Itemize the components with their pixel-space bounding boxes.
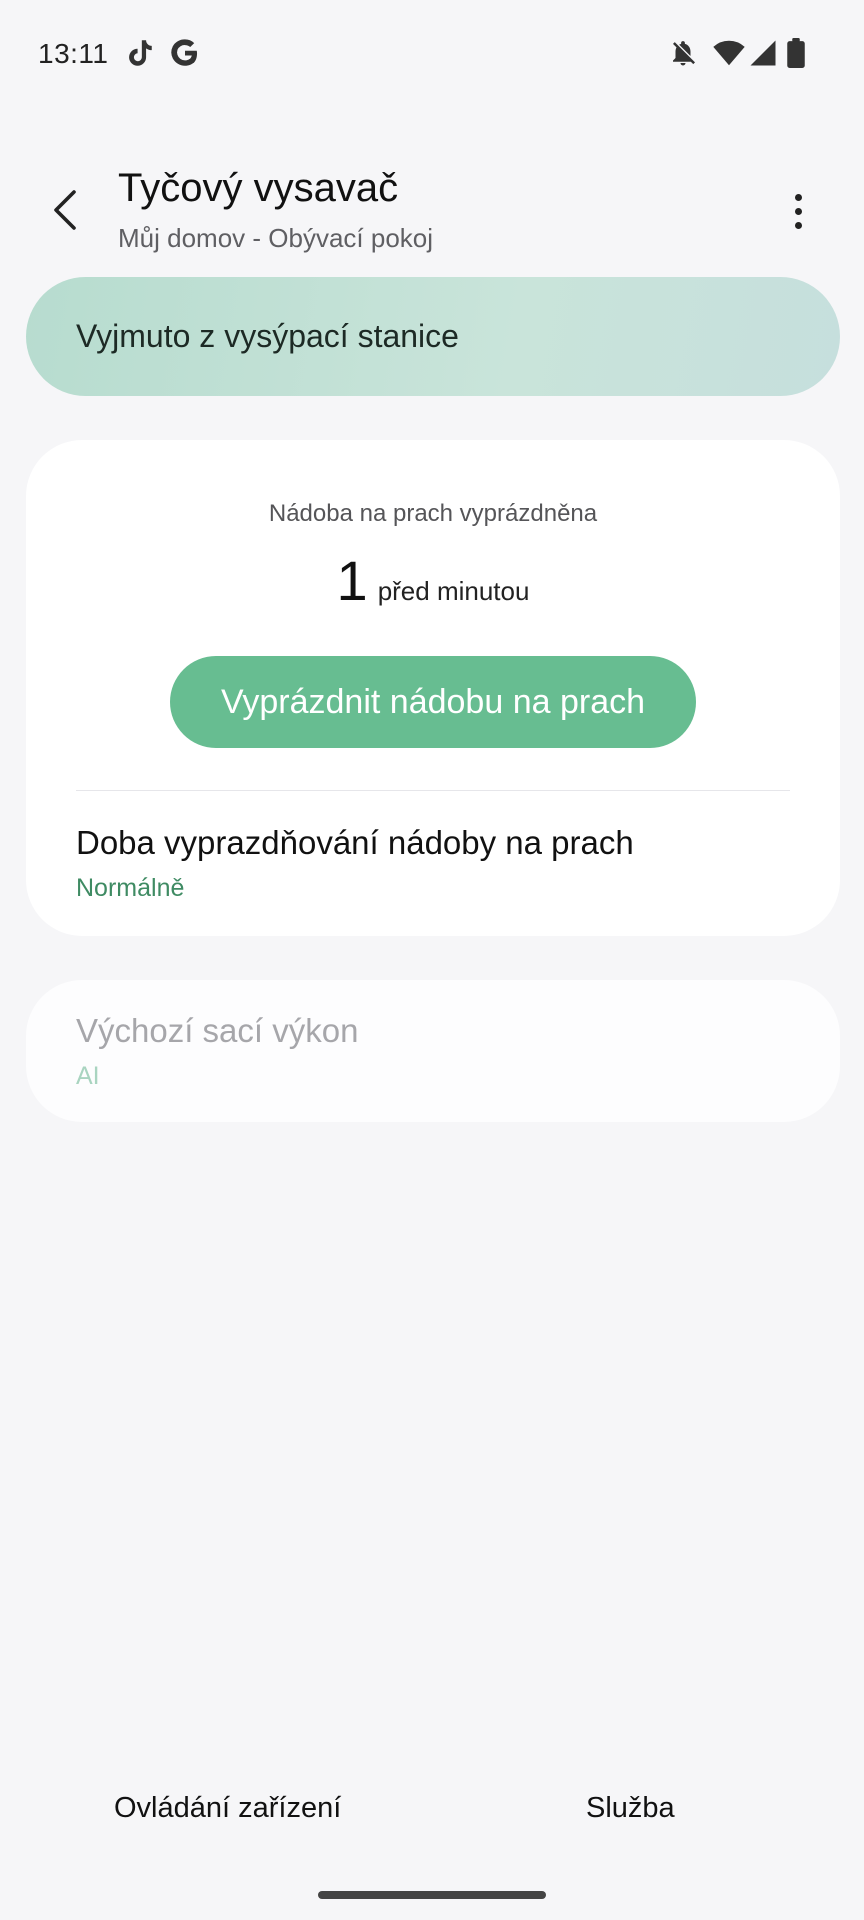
chevron-left-icon xyxy=(54,190,76,230)
status-time: 13:11 xyxy=(38,38,109,69)
more-options-button[interactable] xyxy=(778,184,818,238)
page-subtitle: Můj domov - Obývací pokoj xyxy=(118,223,434,253)
suction-power-value: AI xyxy=(76,1062,100,1090)
dust-bin-card: Nádoba na prach vyprázdněna 1 před minuto… xyxy=(26,440,840,936)
station-status-text: Vyjmuto z vysýpací stanice xyxy=(76,318,459,354)
home-indicator[interactable] xyxy=(318,1891,546,1899)
suction-power-title: Výchozí sací výkon xyxy=(76,1012,359,1049)
back-button[interactable] xyxy=(40,180,90,240)
more-dot xyxy=(794,207,802,215)
more-dots-icon xyxy=(794,193,802,201)
google-icon xyxy=(168,36,202,70)
page-title: Tyčový vysavač xyxy=(118,166,399,210)
suction-power-setting[interactable]: Výchozí sací výkon AI xyxy=(26,980,840,1122)
station-status-banner: Vyjmuto z vysýpací stanice xyxy=(26,277,840,396)
tab-device-control[interactable]: Ovládání zařízení xyxy=(114,1792,341,1825)
tiktok-icon xyxy=(122,36,156,70)
app-screen: 13:11 Tyčový vysavač Můj domov - Obývací… xyxy=(0,0,864,1920)
emptying-time-title: Doba vyprazdňování nádoby na prach xyxy=(76,824,634,861)
emptied-time-value: 1 xyxy=(336,549,368,612)
battery-icon xyxy=(786,38,806,68)
emptying-time-setting[interactable]: Doba vyprazdňování nádoby na prach Normá… xyxy=(26,802,840,922)
divider xyxy=(76,790,790,791)
status-bar: 13:11 xyxy=(0,0,864,110)
tab-service[interactable]: Služba xyxy=(586,1792,675,1825)
dust-bin-emptied-label: Nádoba na prach vyprázdněna xyxy=(268,500,598,527)
notifications-off-icon xyxy=(668,38,698,68)
emptying-time-value: Normálně xyxy=(76,874,185,902)
more-dot xyxy=(794,221,802,229)
empty-dust-bin-button[interactable]: Vyprázdnit nádobu na prach xyxy=(170,656,696,748)
wifi-icon xyxy=(712,38,746,68)
cell-signal-icon xyxy=(748,38,778,68)
emptied-time-unit: před minutou xyxy=(377,576,530,606)
dust-bin-emptied-time: 1 před minutou xyxy=(26,548,840,613)
